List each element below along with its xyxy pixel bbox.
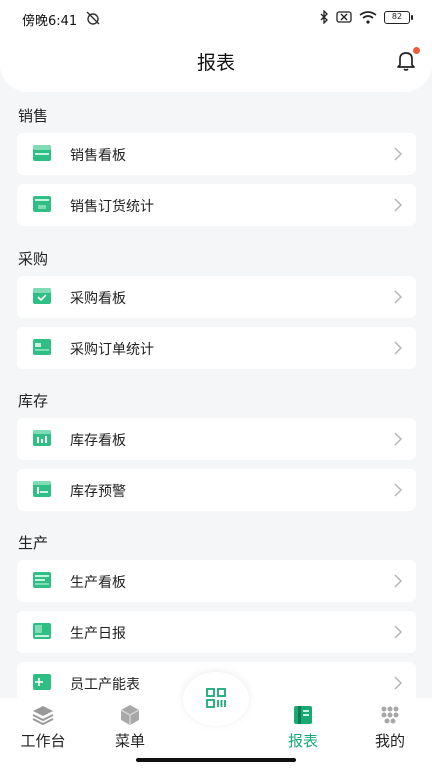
tab-label: 我的 <box>374 732 405 750</box>
scan-button[interactable] <box>183 672 249 726</box>
section-title-inventory: 库存 <box>18 392 49 410</box>
tab-label: 工作台 <box>20 732 66 750</box>
report-item-inventory-warning[interactable]: 库存预警 <box>17 469 416 511</box>
tab-label: 报表 <box>287 732 318 750</box>
report-book-icon <box>294 706 312 724</box>
bell-icon[interactable] <box>396 50 416 72</box>
layers-icon <box>32 706 54 726</box>
report-item-purchase-order-stats[interactable]: 采购订单统计 <box>17 327 416 369</box>
page-title: 报表 <box>196 52 235 74</box>
order-stats-icon <box>33 339 51 355</box>
status-icons: 82 <box>320 10 413 24</box>
report-item-production-daily[interactable]: 生产日报 <box>17 611 416 653</box>
dashboard-check-icon <box>33 288 51 304</box>
qr-scan-icon <box>206 688 226 708</box>
header: 傍晚6:41 82 报表 <box>0 0 432 92</box>
report-item-sales-order-stats[interactable]: 销售订货统计 <box>17 184 416 226</box>
dashboard-icon <box>33 145 51 161</box>
chevron-right-icon <box>394 483 402 497</box>
item-label: 生产看板 <box>70 575 126 591</box>
section-title-sales: 销售 <box>18 107 49 125</box>
wifi-icon <box>359 10 377 24</box>
chevron-right-icon <box>394 290 402 304</box>
report-item-purchase-dashboard[interactable]: 采购看板 <box>17 276 416 318</box>
tab-mine[interactable]: 我的 <box>355 704 425 751</box>
status-time: 傍晚6:41 <box>22 14 78 29</box>
report-item-production-dashboard[interactable]: 生产看板 <box>17 560 416 602</box>
item-label: 销售看板 <box>70 148 126 164</box>
item-label: 库存预警 <box>70 484 126 500</box>
daily-report-icon <box>33 623 51 639</box>
chevron-right-icon <box>394 574 402 588</box>
section-title-production: 生产 <box>18 534 49 552</box>
alarm-off-icon <box>86 11 100 25</box>
item-label: 采购看板 <box>70 291 126 307</box>
dots-grid-icon <box>381 706 399 724</box>
status-bar: 傍晚6:41 82 <box>0 0 432 36</box>
chevron-right-icon <box>394 432 402 446</box>
item-label: 库存看板 <box>70 433 126 449</box>
capacity-table-icon <box>33 674 51 690</box>
tab-label: 菜单 <box>114 732 145 750</box>
tab-menu[interactable]: 菜单 <box>95 704 165 751</box>
order-stats-icon <box>33 196 51 212</box>
item-label: 采购订单统计 <box>70 342 154 358</box>
chevron-right-icon <box>394 341 402 355</box>
chevron-right-icon <box>394 625 402 639</box>
report-item-sales-dashboard[interactable]: 销售看板 <box>17 133 416 175</box>
cube-icon <box>120 705 140 725</box>
item-label: 员工产能表 <box>70 677 140 693</box>
tab-workbench[interactable]: 工作台 <box>8 704 78 751</box>
battery-icon: 82 <box>384 10 413 24</box>
bluetooth-icon <box>320 10 328 24</box>
home-indicator <box>136 758 296 762</box>
warning-chart-icon <box>33 481 51 497</box>
tab-reports[interactable]: 报表 <box>268 704 338 751</box>
sim-off-icon <box>336 11 352 23</box>
inventory-chart-icon <box>33 430 51 446</box>
production-board-icon <box>33 572 51 588</box>
notification-dot <box>413 47 420 54</box>
chevron-right-icon <box>394 147 402 161</box>
report-item-inventory-dashboard[interactable]: 库存看板 <box>17 418 416 460</box>
chevron-right-icon <box>394 198 402 212</box>
chevron-right-icon <box>394 676 402 690</box>
section-title-purchase: 采购 <box>18 250 49 268</box>
item-label: 销售订货统计 <box>70 199 154 215</box>
item-label: 生产日报 <box>70 626 126 642</box>
